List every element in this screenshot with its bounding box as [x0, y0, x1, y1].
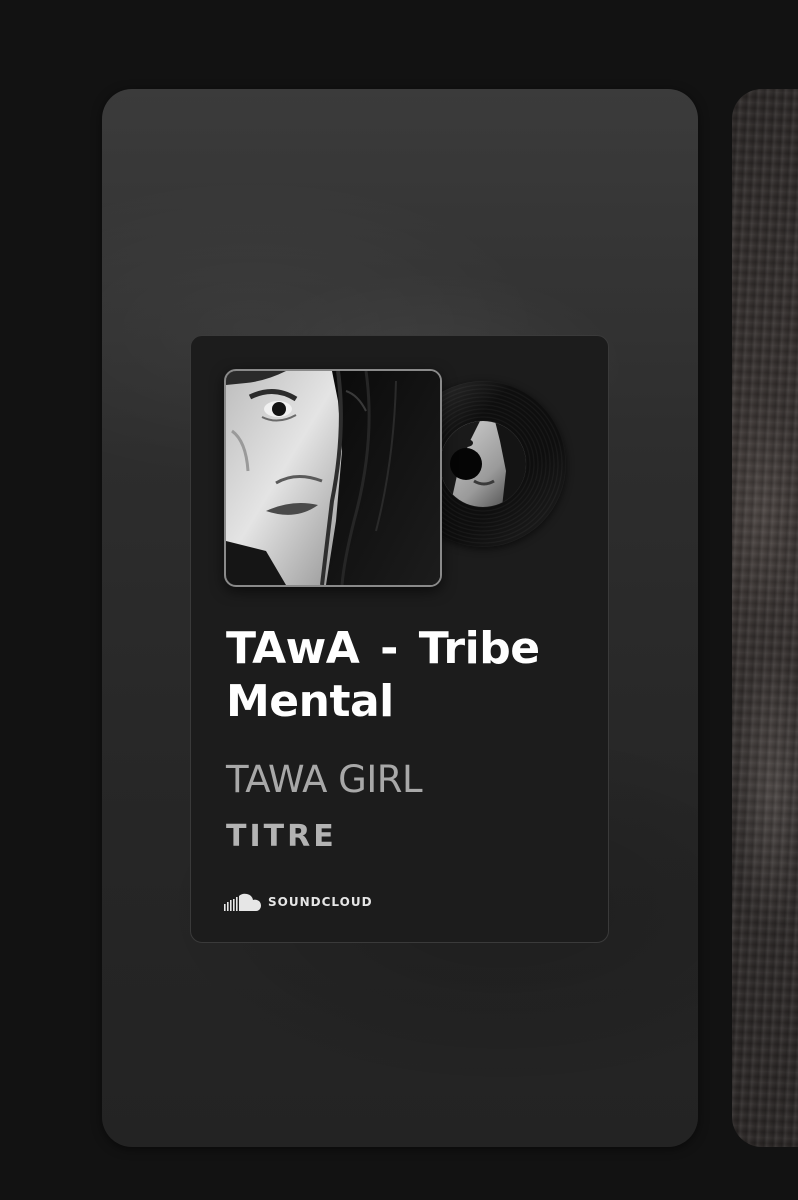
album-cover-image	[224, 369, 442, 587]
source-name: SOUNDCLOUD	[268, 895, 373, 909]
artist-name: TAWA GIRL	[226, 758, 423, 801]
track-title: TAwA - Tribe Mental	[226, 623, 540, 727]
soundcloud-link[interactable]: SOUNDCLOUD	[223, 891, 373, 913]
vinyl-center-hole	[450, 448, 482, 480]
content-type-label: TITRE	[226, 819, 337, 854]
next-story-card[interactable]	[732, 89, 798, 1147]
soundcloud-icon	[224, 893, 261, 911]
story-viewer: TAwA - Tribe Mental TAWA GIRL TITRE SOUN…	[0, 0, 798, 1200]
